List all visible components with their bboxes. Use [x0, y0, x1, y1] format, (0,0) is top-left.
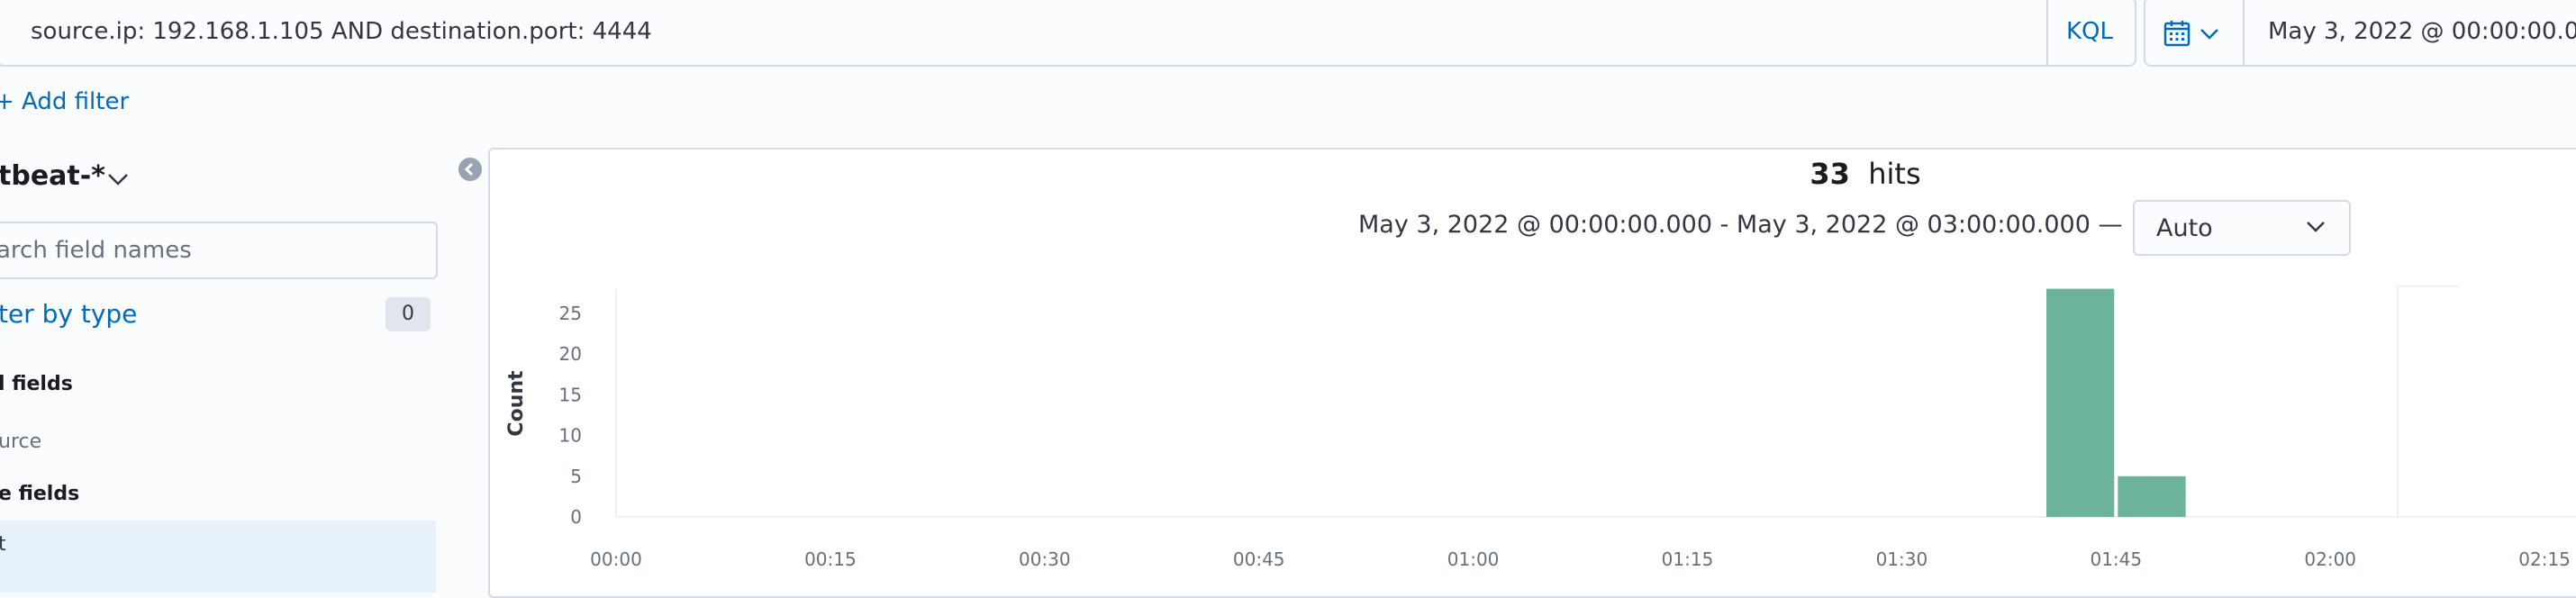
x-tick-label: 01:15 [1662, 548, 1714, 570]
histogram-bar [2118, 476, 2186, 517]
y-tick-label: 25 [559, 303, 582, 324]
x-tick-label: 00:45 [1233, 548, 1285, 570]
x-tick-label: 02:15 [2518, 548, 2571, 570]
y-tick-label: 0 [570, 506, 582, 528]
y-tick-label: 15 [559, 384, 582, 405]
x-tick-label: 01:45 [2090, 548, 2142, 570]
x-tick-label: 01:00 [1447, 548, 1500, 570]
y-tick-label: 10 [559, 425, 582, 447]
x-tick-label: 02:00 [2304, 548, 2356, 570]
x-tick-label: 01:30 [1876, 548, 1928, 570]
x-tick-label: 00:30 [1019, 548, 1071, 570]
x-tick-label: 00:00 [590, 548, 642, 570]
y-tick-label: 5 [570, 466, 582, 487]
x-tick-label: 00:15 [804, 548, 857, 570]
histogram-chart: Count 0 5 10 15 20 25 00:00 00:15 00:30 00:45 01:00… [505, 285, 2576, 570]
histogram-bar [2046, 288, 2115, 517]
y-axis-title: Count [505, 370, 528, 437]
y-tick-label: 20 [559, 343, 582, 365]
